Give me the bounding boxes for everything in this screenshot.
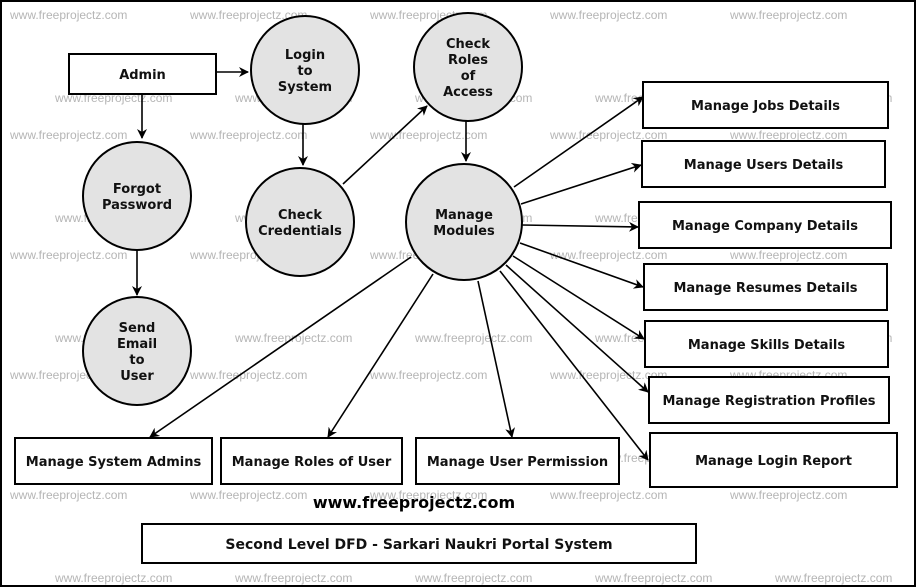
process-login[interactable]: LogintoSystem	[250, 15, 360, 125]
flow-arrow-manage_modules-to-permission	[477, 280, 515, 438]
process-label-line: Manage	[435, 208, 493, 223]
process-label-line: to	[129, 353, 144, 368]
process-label-line: Roles	[448, 53, 488, 68]
process-label-line: to	[297, 64, 312, 79]
watermark-text: www.freeprojectz.com	[9, 488, 127, 502]
watermark-text: www.freeprojectz.com	[9, 128, 127, 142]
watermark-text: www.freeprojectz.com	[594, 571, 712, 585]
flow-arrow-check_cred-to-check_roles	[342, 105, 428, 185]
watermark-text: www.freeprojectz.com	[414, 331, 532, 345]
watermark-text: www.freeprojectz.com	[549, 8, 667, 22]
module-label: Manage Roles of User	[232, 455, 392, 470]
process-label-line: Forgot	[113, 182, 161, 197]
module-label: Manage User Permission	[427, 455, 608, 470]
process-send-email[interactable]: SendEmailtoUser	[82, 296, 192, 406]
module-users[interactable]: Manage Users Details	[641, 140, 886, 188]
flow-arrow-manage_modules-to-company	[521, 221, 639, 232]
flow-arrow-manage_modules-to-skills	[512, 255, 645, 340]
process-forgot[interactable]: ForgotPassword	[82, 141, 192, 251]
process-label-line: Check	[446, 37, 490, 52]
flow-arrow-manage_modules-to-roles	[327, 273, 434, 438]
watermark-text: www.freeprojectz.com	[54, 571, 172, 585]
process-label-line: Modules	[433, 224, 495, 239]
module-skills[interactable]: Manage Skills Details	[644, 320, 889, 368]
entity-label: Admin	[119, 68, 166, 83]
module-resumes[interactable]: Manage Resumes Details	[643, 263, 888, 311]
module-label: Manage Registration Profiles	[662, 394, 875, 409]
watermark-text: www.freeprojectz.com	[729, 248, 847, 262]
process-label-line: of	[461, 69, 476, 84]
watermark-text: www.freeprojectz.com	[369, 368, 487, 382]
flow-arrow-manage_modules-to-jobs	[513, 96, 644, 188]
process-label-line: Login	[285, 48, 325, 63]
module-login-report[interactable]: Manage Login Report	[649, 432, 898, 488]
flow-arrow-manage_modules-to-users	[520, 163, 642, 205]
process-label-line: Credentials	[258, 224, 342, 239]
watermark-text: www.freeprojectz.com	[234, 571, 352, 585]
module-label: Manage Jobs Details	[691, 99, 840, 114]
module-label: Manage Resumes Details	[673, 281, 857, 296]
module-label: Manage System Admins	[26, 455, 202, 470]
process-label-line: System	[278, 80, 332, 95]
module-label: Manage Users Details	[684, 158, 844, 173]
process-label-line: User	[120, 369, 154, 384]
watermark-text: www.freeprojectz.com	[189, 128, 307, 142]
process-label-line: Password	[102, 198, 172, 213]
dfd-canvas: www.freeprojectz.com www.freeprojectz.com…	[9, 8, 898, 585]
watermark-text: www.freeprojectz.com	[369, 128, 487, 142]
diagram-title: Second Level DFD - Sarkari Naukri Portal…	[225, 537, 612, 553]
process-label-line: Check	[278, 208, 322, 223]
module-permission[interactable]: Manage User Permission	[415, 437, 620, 485]
watermark-text: www.freeprojectz.com	[189, 488, 307, 502]
module-roles[interactable]: Manage Roles of User	[220, 437, 403, 485]
module-jobs[interactable]: Manage Jobs Details	[642, 81, 889, 129]
module-registration[interactable]: Manage Registration Profiles	[648, 376, 890, 424]
module-label: Manage Company Details	[672, 219, 858, 234]
watermark-text: www.freeprojectz.com	[729, 128, 847, 142]
process-check-roles[interactable]: CheckRolesofAccess	[413, 12, 523, 122]
process-manage-modules[interactable]: ManageModules	[405, 163, 523, 281]
watermark-text: www.freeprojectz.com	[9, 8, 127, 22]
site-label: www.freeprojectz.com	[313, 493, 515, 512]
process-check-cred[interactable]: CheckCredentials	[245, 167, 355, 277]
module-system-admins[interactable]: Manage System Admins	[14, 437, 213, 485]
process-label-line: Send	[119, 321, 156, 336]
watermark-text: www.freeprojectz.com	[729, 488, 847, 502]
entity-admin[interactable]: Admin	[68, 53, 217, 95]
watermark-text: www.freeprojectz.com	[729, 8, 847, 22]
watermark-text: www.freeprojectz.com	[549, 128, 667, 142]
module-label: Manage Skills Details	[688, 338, 846, 353]
watermark-text: www.freeprojectz.com	[414, 571, 532, 585]
module-company[interactable]: Manage Company Details	[638, 201, 892, 249]
module-label: Manage Login Report	[695, 454, 852, 469]
process-label-line: Access	[443, 85, 493, 100]
watermark-text: www.freeprojectz.com	[774, 571, 892, 585]
process-label-line: Email	[117, 337, 157, 352]
watermark-text: www.freeprojectz.com	[9, 248, 127, 262]
flow-arrow-manage_modules-to-login_report	[499, 270, 649, 461]
watermark-text: www.freeprojectz.com	[549, 488, 667, 502]
